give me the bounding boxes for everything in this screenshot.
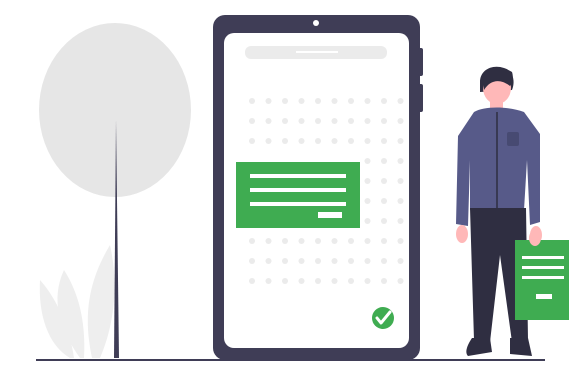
grid-dot: [265, 238, 272, 244]
form-button: [318, 212, 342, 218]
phone: [213, 15, 423, 360]
document-button: [536, 294, 552, 299]
grid-dot: [249, 118, 255, 124]
grid-dot: [315, 118, 321, 124]
grid-dot: [298, 258, 305, 264]
shirt-pocket: [507, 132, 519, 146]
grid-dot: [249, 138, 255, 144]
grid-dot: [397, 118, 404, 124]
grid-dot: [282, 278, 288, 284]
grid-dot: [381, 178, 387, 184]
grid-dot: [364, 218, 371, 224]
document-line: [522, 266, 564, 269]
grid-dot: [381, 138, 387, 144]
grid-dot: [249, 278, 255, 284]
form-line: [250, 202, 346, 206]
grid-dot: [381, 158, 387, 164]
grid-dot: [331, 238, 338, 244]
grid-dot: [364, 178, 371, 184]
grid-dot: [364, 258, 371, 264]
form-line: [250, 188, 346, 192]
grid-dot: [331, 118, 338, 124]
grid-dot: [282, 238, 288, 244]
grid-dot: [381, 98, 387, 104]
document-line: [522, 276, 564, 279]
grid-dot: [364, 238, 371, 244]
grid-dot: [381, 118, 387, 124]
document-line: [522, 256, 564, 259]
grid-dot: [249, 98, 255, 104]
grid-dot: [331, 278, 338, 284]
grid-dot: [348, 238, 354, 244]
grid-dot: [331, 258, 338, 264]
grid-dot: [282, 138, 288, 144]
grid-dot: [315, 138, 321, 144]
grid-dot: [298, 138, 305, 144]
grid-dot: [348, 138, 354, 144]
grid-dot: [265, 278, 272, 284]
person-shoe: [510, 338, 532, 356]
grid-dot: [364, 138, 371, 144]
tree-foliage: [39, 23, 191, 197]
grid-dot: [282, 258, 288, 264]
grid-dot: [397, 198, 404, 204]
grid-dot: [298, 118, 305, 124]
grid-dot: [364, 98, 371, 104]
grid-dot: [348, 118, 354, 124]
grid-dot: [364, 158, 371, 164]
grid-dot: [397, 178, 404, 184]
person-hand-left: [456, 225, 468, 243]
form-card: [236, 162, 360, 228]
grid-dot: [397, 278, 404, 284]
grid-dot: [348, 258, 354, 264]
grid-dot: [348, 278, 354, 284]
grid-dot: [364, 278, 371, 284]
grid-dot: [249, 258, 255, 264]
grid-dot: [265, 98, 272, 104]
grid-dot: [397, 218, 404, 224]
grid-dot: [397, 258, 404, 264]
grid-dot: [331, 98, 338, 104]
grid-dot: [298, 238, 305, 244]
plant: [39, 245, 115, 358]
form-line: [250, 174, 346, 178]
grid-dot: [381, 238, 387, 244]
grid-dot: [397, 98, 404, 104]
check-circle-icon: [372, 307, 394, 329]
grid-dot: [265, 138, 272, 144]
grid-dot: [397, 138, 404, 144]
grid-dot: [381, 198, 387, 204]
grid-dot: [397, 238, 404, 244]
grid-dot: [315, 278, 321, 284]
screen-header-line: [296, 51, 338, 53]
grid-dot: [331, 138, 338, 144]
plant-leaf: [87, 245, 115, 358]
grid-dot: [315, 238, 321, 244]
held-document: [515, 240, 569, 320]
grid-dot: [298, 98, 305, 104]
phone-side-button: [418, 84, 423, 112]
person-shoe: [466, 338, 492, 356]
grid-dot: [282, 118, 288, 124]
phone-side-button: [418, 48, 423, 76]
person-hand-holding: [529, 230, 541, 246]
grid-dot: [249, 238, 255, 244]
grid-dot: [381, 278, 387, 284]
grid-dot: [282, 98, 288, 104]
grid-dot: [298, 278, 305, 284]
grid-dot: [265, 258, 272, 264]
grid-dot: [315, 98, 321, 104]
phone-camera: [313, 20, 319, 26]
grid-dot: [397, 158, 404, 164]
grid-dot: [315, 258, 321, 264]
grid-dot: [265, 118, 272, 124]
grid-dot: [348, 98, 354, 104]
grid-dot: [381, 218, 387, 224]
grid-dot: [364, 198, 371, 204]
illustration: [0, 0, 569, 375]
grid-dot: [381, 258, 387, 264]
grid-dot: [364, 118, 371, 124]
